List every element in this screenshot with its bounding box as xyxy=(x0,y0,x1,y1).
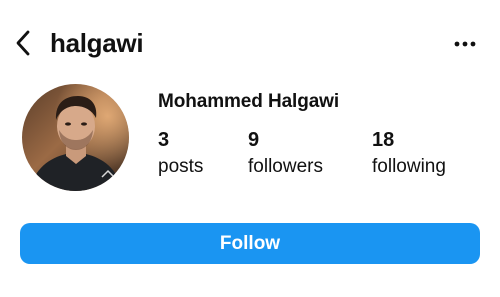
followers-count: 9 xyxy=(248,129,260,151)
profile-avatar[interactable] xyxy=(22,84,129,191)
posts-count: 3 xyxy=(158,129,170,151)
more-horizontal-icon xyxy=(454,41,476,47)
posts-label: posts xyxy=(158,156,204,177)
more-options-button[interactable] xyxy=(448,32,482,56)
chevron-left-icon xyxy=(16,30,30,56)
followers-label: followers xyxy=(248,156,323,177)
following-count: 18 xyxy=(372,129,395,151)
profile-username: halgawi xyxy=(50,28,144,58)
follow-button[interactable]: Follow xyxy=(20,223,480,264)
following-stat[interactable]: 18 following xyxy=(372,128,446,179)
back-button[interactable] xyxy=(8,26,38,60)
profile-display-name: Mohammed Halgawi xyxy=(158,91,340,112)
profile-header: halgawi xyxy=(0,0,500,90)
following-label: following xyxy=(372,156,446,177)
followers-stat[interactable]: 9 followers xyxy=(248,128,323,179)
posts-stat[interactable]: 3 posts xyxy=(158,128,203,179)
